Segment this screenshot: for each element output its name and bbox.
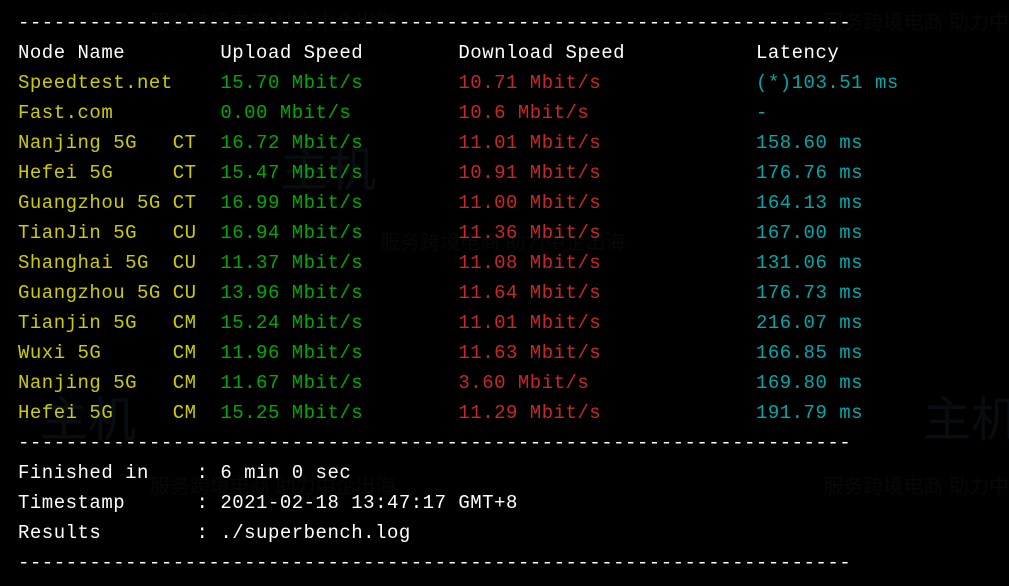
latency-value: (*)103.51 ms <box>756 72 899 94</box>
download-speed: 11.08 Mbit/s <box>458 252 756 274</box>
upload-speed: 16.99 Mbit/s <box>220 192 458 214</box>
table-row: Speedtest.net 15.70 Mbit/s 10.71 Mbit/s … <box>18 68 991 98</box>
latency-value: 169.80 ms <box>756 372 863 394</box>
upload-speed: 11.67 Mbit/s <box>220 372 458 394</box>
upload-speed: 15.24 Mbit/s <box>220 312 458 334</box>
node-name: Fast.com <box>18 102 220 124</box>
footer-results-label: Results : <box>18 522 220 544</box>
latency-value: 158.60 ms <box>756 132 863 154</box>
node-name: TianJin 5G CU <box>18 222 220 244</box>
latency-value: 216.07 ms <box>756 312 863 334</box>
header-node: Node Name <box>18 42 220 64</box>
node-name: Shanghai 5G CU <box>18 252 220 274</box>
node-name: Nanjing 5G CT <box>18 132 220 154</box>
upload-speed: 15.70 Mbit/s <box>220 72 458 94</box>
download-speed: 10.6 Mbit/s <box>458 102 756 124</box>
node-name: Wuxi 5G CM <box>18 342 220 364</box>
download-speed: 11.00 Mbit/s <box>458 192 756 214</box>
table-row: Hefei 5G CM 15.25 Mbit/s 11.29 Mbit/s 19… <box>18 398 991 428</box>
footer-finished: Finished in : 6 min 0 sec <box>18 458 991 488</box>
node-name: Hefei 5G CM <box>18 402 220 424</box>
latency-value: 164.13 ms <box>756 192 863 214</box>
download-speed: 11.01 Mbit/s <box>458 312 756 334</box>
upload-speed: 15.47 Mbit/s <box>220 162 458 184</box>
footer-timestamp-label: Timestamp : <box>18 492 220 514</box>
download-speed: 11.64 Mbit/s <box>458 282 756 304</box>
table-row: Shanghai 5G CU 11.37 Mbit/s 11.08 Mbit/s… <box>18 248 991 278</box>
table-row: Guangzhou 5G CU 13.96 Mbit/s 11.64 Mbit/… <box>18 278 991 308</box>
table-row: Nanjing 5G CM 11.67 Mbit/s 3.60 Mbit/s 1… <box>18 368 991 398</box>
upload-speed: 15.25 Mbit/s <box>220 402 458 424</box>
download-speed: 10.71 Mbit/s <box>458 72 756 94</box>
footer-finished-value: 6 min 0 sec <box>220 462 351 484</box>
download-speed: 11.63 Mbit/s <box>458 342 756 364</box>
node-name: Nanjing 5G CM <box>18 372 220 394</box>
divider: ----------------------------------------… <box>18 8 991 38</box>
header-upload: Upload Speed <box>220 42 458 64</box>
upload-speed: 16.94 Mbit/s <box>220 222 458 244</box>
download-speed: 11.01 Mbit/s <box>458 132 756 154</box>
header-row: Node Name Upload Speed Download Speed La… <box>18 38 991 68</box>
footer-timestamp: Timestamp : 2021-02-18 13:47:17 GMT+8 <box>18 488 991 518</box>
divider: ----------------------------------------… <box>18 428 991 458</box>
upload-speed: 0.00 Mbit/s <box>220 102 458 124</box>
latency-value: - <box>756 102 768 124</box>
table-row: Fast.com 0.00 Mbit/s 10.6 Mbit/s - <box>18 98 991 128</box>
download-speed: 10.91 Mbit/s <box>458 162 756 184</box>
table-row: Nanjing 5G CT 16.72 Mbit/s 11.01 Mbit/s … <box>18 128 991 158</box>
upload-speed: 13.96 Mbit/s <box>220 282 458 304</box>
node-name: Hefei 5G CT <box>18 162 220 184</box>
node-name: Guangzhou 5G CU <box>18 282 220 304</box>
download-speed: 3.60 Mbit/s <box>458 372 756 394</box>
table-row: Hefei 5G CT 15.47 Mbit/s 10.91 Mbit/s 17… <box>18 158 991 188</box>
latency-value: 131.06 ms <box>756 252 863 274</box>
footer-finished-label: Finished in : <box>18 462 220 484</box>
node-name: Tianjin 5G CM <box>18 312 220 334</box>
download-speed: 11.29 Mbit/s <box>458 402 756 424</box>
divider: ----------------------------------------… <box>18 548 991 578</box>
node-name: Speedtest.net <box>18 72 220 94</box>
download-speed: 11.36 Mbit/s <box>458 222 756 244</box>
latency-value: 167.00 ms <box>756 222 863 244</box>
terminal-output: ----------------------------------------… <box>0 0 1009 586</box>
table-row: Tianjin 5G CM 15.24 Mbit/s 11.01 Mbit/s … <box>18 308 991 338</box>
upload-speed: 11.37 Mbit/s <box>220 252 458 274</box>
table-row: Wuxi 5G CM 11.96 Mbit/s 11.63 Mbit/s 166… <box>18 338 991 368</box>
table-row: Guangzhou 5G CT 16.99 Mbit/s 11.00 Mbit/… <box>18 188 991 218</box>
header-latency: Latency <box>756 42 839 64</box>
latency-value: 176.76 ms <box>756 162 863 184</box>
upload-speed: 16.72 Mbit/s <box>220 132 458 154</box>
node-name: Guangzhou 5G CT <box>18 192 220 214</box>
header-download: Download Speed <box>458 42 756 64</box>
footer-timestamp-value: 2021-02-18 13:47:17 GMT+8 <box>220 492 518 514</box>
latency-value: 176.73 ms <box>756 282 863 304</box>
table-row: TianJin 5G CU 16.94 Mbit/s 11.36 Mbit/s … <box>18 218 991 248</box>
footer-results-value: ./superbench.log <box>220 522 410 544</box>
latency-value: 166.85 ms <box>756 342 863 364</box>
latency-value: 191.79 ms <box>756 402 863 424</box>
footer-results: Results : ./superbench.log <box>18 518 991 548</box>
upload-speed: 11.96 Mbit/s <box>220 342 458 364</box>
